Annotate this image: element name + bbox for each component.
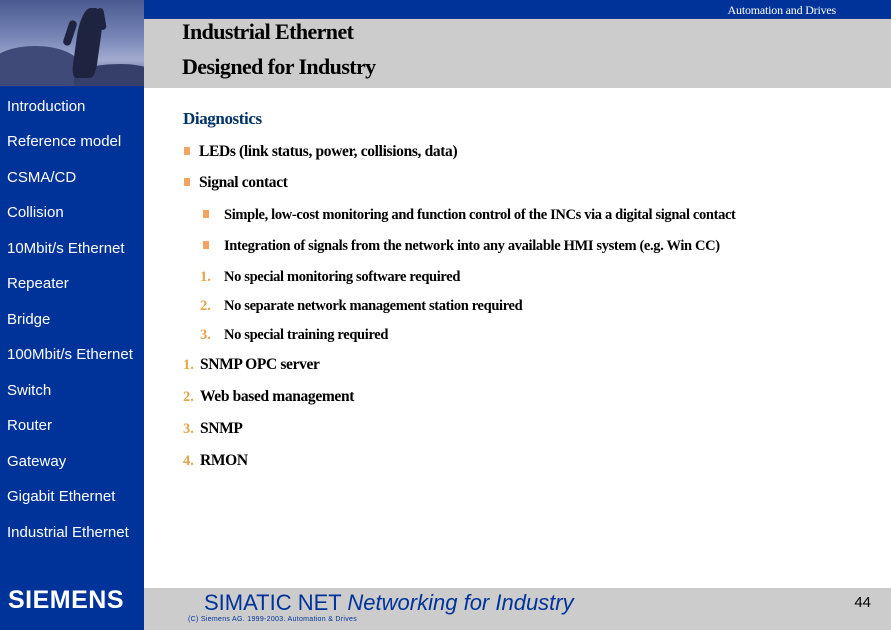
- numbered-item: RMON: [200, 452, 248, 469]
- section-heading: Diagnostics: [183, 109, 262, 128]
- list-number: 2.: [183, 389, 194, 405]
- footer-title-regular: SIMATIC NET: [204, 590, 348, 615]
- list-number: 3.: [200, 327, 211, 343]
- sidebar-item-introduction[interactable]: Introduction: [7, 98, 85, 115]
- numbered-item: SNMP OPC server: [200, 356, 320, 373]
- page-subtitle: Designed for Industry: [182, 54, 376, 79]
- footer-title: SIMATIC NET Networking for Industry: [204, 590, 574, 616]
- list-number: 4.: [183, 453, 194, 469]
- sidebar-item-bridge[interactable]: Bridge: [7, 311, 50, 328]
- page-number: 44: [854, 594, 871, 611]
- top-bar: Automation and Drives: [144, 0, 891, 19]
- siemens-logo: SIEMENS: [8, 586, 125, 614]
- bullet-icon: [203, 210, 209, 218]
- sub-bullet-item: Simple, low-cost monitoring and function…: [224, 207, 736, 223]
- brand-text: Automation and Drives: [727, 3, 837, 17]
- title-band: Industrial Ethernet Designed for Industr…: [144, 19, 891, 88]
- bullet-icon: [184, 178, 190, 186]
- sidebar-item-router[interactable]: Router: [7, 417, 52, 434]
- sidebar-item-gateway[interactable]: Gateway: [7, 453, 66, 470]
- sidebar-item-collision[interactable]: Collision: [7, 204, 64, 221]
- sidebar-item-10mbit-ethernet[interactable]: 10Mbit/s Ethernet: [7, 240, 125, 257]
- bullet-item: Signal contact: [199, 174, 288, 191]
- sidebar-nav: Introduction Reference model CSMA/CD Col…: [0, 86, 144, 630]
- sidebar-item-repeater[interactable]: Repeater: [7, 275, 69, 292]
- list-number: 1.: [200, 269, 211, 285]
- sidebar-item-industrial-ethernet[interactable]: Industrial Ethernet: [7, 524, 129, 541]
- numbered-item: Web based management: [200, 388, 355, 405]
- photo-hill: [0, 46, 80, 86]
- list-number: 2.: [200, 298, 211, 314]
- footer-bar: SIMATIC NET Networking for Industry (C) …: [144, 588, 891, 630]
- sidebar-item-reference-model[interactable]: Reference model: [7, 133, 121, 150]
- copyright-text: (C) Siemens AG. 1999-2003. Automation & …: [188, 616, 358, 623]
- bullet-item: LEDs (link status, power, collisions, da…: [199, 143, 458, 160]
- sidebar-item-100mbit-ethernet[interactable]: 100Mbit/s Ethernet: [7, 346, 133, 363]
- sub-numbered-item: No special training required: [224, 327, 389, 343]
- sub-numbered-item: No separate network management station r…: [224, 298, 523, 314]
- page-title: Industrial Ethernet: [182, 19, 354, 44]
- sidebar-item-switch[interactable]: Switch: [7, 382, 51, 399]
- sidebar-item-csma-cd[interactable]: CSMA/CD: [7, 169, 76, 186]
- sub-numbered-item: No special monitoring software required: [224, 269, 461, 285]
- sidebar-item-gigabit-ethernet[interactable]: Gigabit Ethernet: [7, 488, 115, 505]
- numbered-item: SNMP: [200, 420, 243, 437]
- header-photo: [0, 0, 144, 86]
- footer-title-italic: Networking for Industry: [347, 590, 574, 615]
- bullet-icon: [184, 147, 190, 155]
- bullet-icon: [203, 241, 209, 249]
- sub-bullet-item: Integration of signals from the network …: [224, 238, 720, 254]
- list-number: 3.: [183, 421, 194, 437]
- list-number: 1.: [183, 357, 194, 373]
